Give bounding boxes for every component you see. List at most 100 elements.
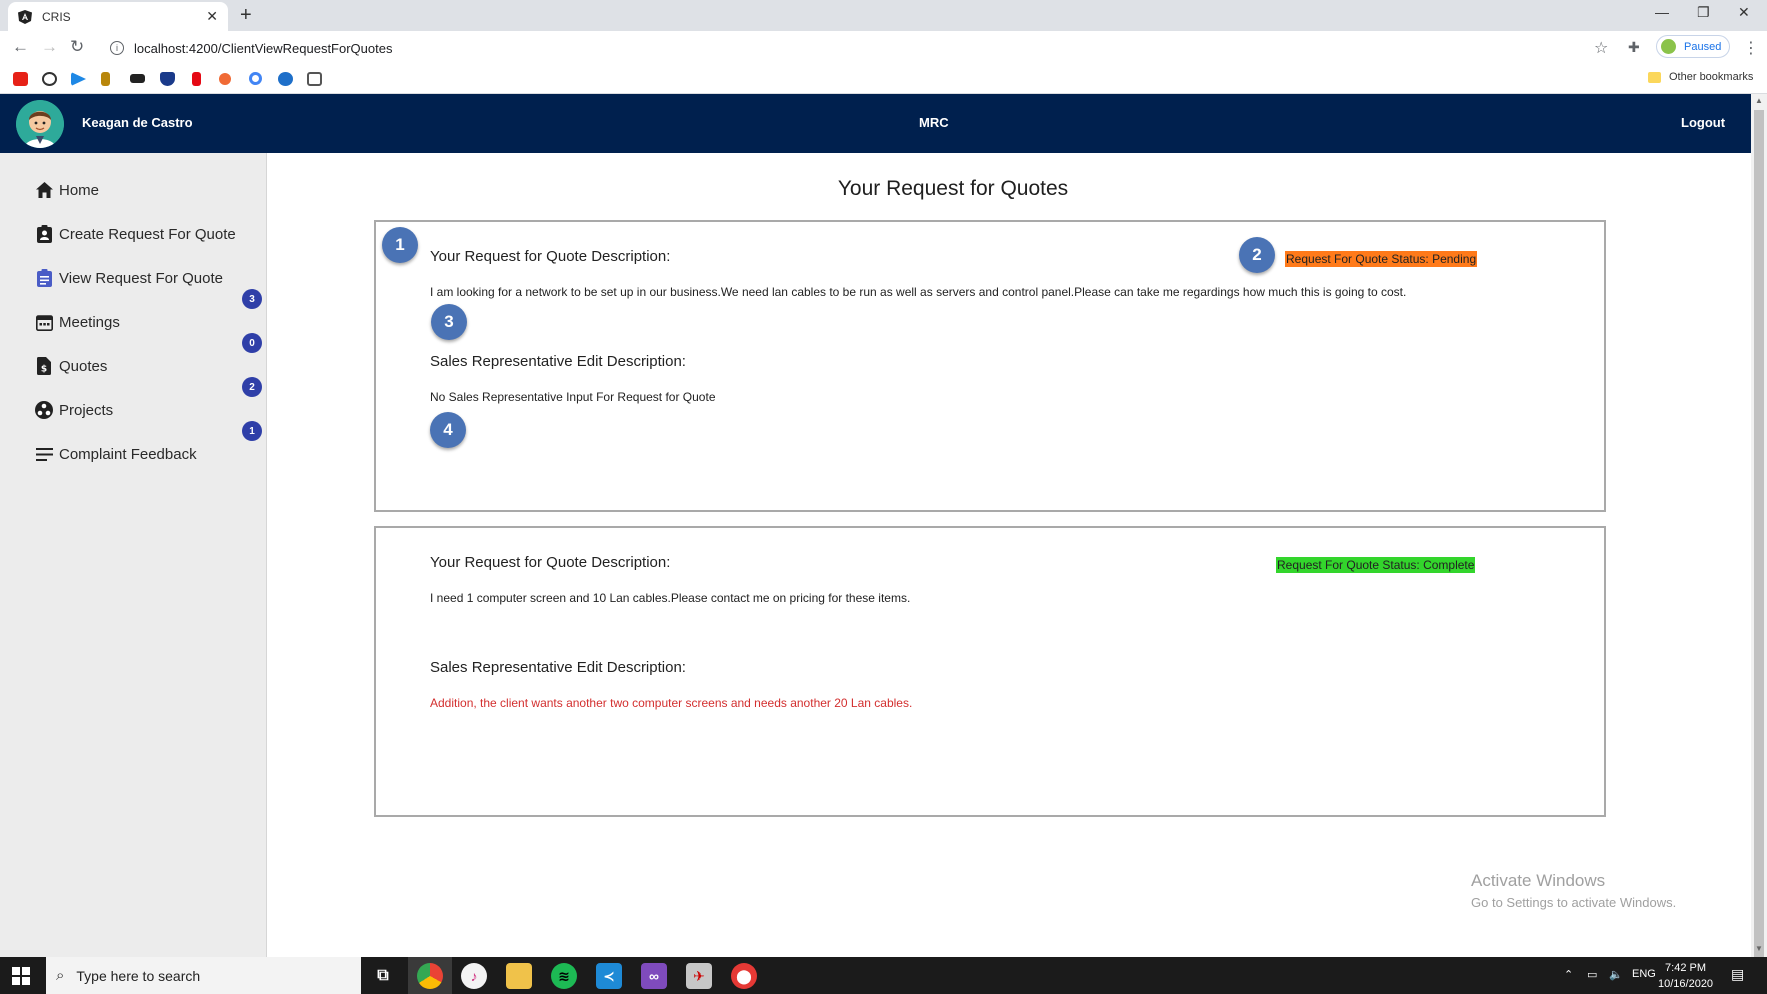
notification-app-icon[interactable]: ⬤ — [731, 963, 757, 989]
java-bookmark-icon[interactable] — [101, 72, 110, 86]
extensions-icon[interactable]: ✚ — [1628, 39, 1640, 56]
taskbar-search[interactable]: ⌕ Type here to search — [46, 957, 361, 994]
scroll-down-icon[interactable]: ▼ — [1755, 944, 1763, 953]
request-description: I need 1 computer screen and 10 Lan cabl… — [430, 591, 911, 605]
profile-avatar-icon — [1661, 39, 1676, 54]
step-marker-4: 4 — [430, 412, 466, 448]
windows-taskbar: ⌕ Type here to search ⧉ ♪ ≋ ≺ ∞ ✈ ⬤ ⌃ ▭ … — [0, 957, 1767, 994]
page-title: Your Request for Quotes — [837, 177, 1069, 200]
projects-count-badge: 1 — [242, 421, 262, 441]
rep-description: Addition, the client wants another two c… — [430, 696, 913, 710]
windows-start-icon[interactable] — [12, 967, 30, 985]
sidebar-item-home[interactable]: Home — [35, 179, 99, 201]
shield-bookmark-icon[interactable] — [160, 72, 175, 86]
speedometer-bookmark-icon[interactable] — [42, 72, 57, 86]
asana-bookmark-icon[interactable] — [219, 73, 231, 85]
other-bookmarks[interactable]: Other bookmarks — [1648, 71, 1753, 83]
step-marker-3: 3 — [431, 304, 467, 340]
logout-link[interactable]: Logout — [1681, 115, 1725, 130]
close-tab-icon[interactable]: ✕ — [206, 8, 218, 25]
browser-toolbar: ← → ↻ i localhost:4200/ClientViewRequest… — [0, 31, 1767, 64]
forward-icon[interactable]: → — [41, 37, 58, 57]
sidebar-item-meetings[interactable]: Meetings — [35, 311, 120, 333]
itunes-icon[interactable]: ♪ — [461, 963, 487, 989]
search-icon: ⌕ — [56, 967, 65, 984]
scroll-up-icon[interactable]: ▲ — [1755, 96, 1763, 105]
home-icon — [35, 181, 53, 199]
address-bar[interactable]: i localhost:4200/ClientViewRequestForQuo… — [104, 36, 1609, 60]
bookmarks-bar: Other bookmarks — [0, 64, 1767, 94]
action-center-icon[interactable]: ▤ — [1731, 966, 1744, 983]
rep-heading: Sales Representative Edit Description: — [430, 659, 686, 676]
spotify-icon[interactable]: ≋ — [551, 963, 577, 989]
request-heading: Your Request for Quote Description: — [430, 248, 671, 265]
request-heading: Your Request for Quote Description: — [430, 554, 671, 571]
globe-bookmark-icon[interactable] — [278, 72, 293, 86]
browser-tabstrip: CRIS ✕ + — ❐ ✕ — [0, 0, 1767, 31]
meetings-count-badge: 0 — [242, 333, 262, 353]
new-tab-icon[interactable]: + — [240, 4, 252, 27]
profile-button[interactable]: Paused — [1656, 35, 1730, 58]
minimize-icon[interactable]: — — [1655, 4, 1669, 20]
projects-icon — [35, 401, 53, 419]
volume-icon[interactable]: 🔈 — [1609, 968, 1623, 981]
google-bookmark-icon[interactable] — [249, 72, 262, 85]
vscode-icon[interactable]: ≺ — [596, 963, 622, 989]
sidebar-item-quotes[interactable]: $ Quotes — [35, 355, 107, 377]
list-lines-icon — [35, 445, 53, 463]
clipboard-user-icon — [35, 225, 53, 243]
imdb-bookmark-icon[interactable] — [130, 74, 145, 83]
vertical-scrollbar[interactable]: ▲ ▼ — [1751, 94, 1767, 965]
brand-title[interactable]: MRC — [919, 115, 949, 130]
app-header: Keagan de Castro MRC Logout — [0, 94, 1751, 153]
reload-icon[interactable]: ↻ — [70, 37, 84, 57]
clipboard-list-icon — [35, 269, 53, 287]
dollar-file-icon: $ — [35, 357, 53, 375]
request-card: Your Request for Quote Description: Requ… — [374, 526, 1606, 817]
rep-heading: Sales Representative Edit Description: — [430, 353, 686, 370]
svg-text:$: $ — [41, 365, 47, 375]
network-icon[interactable]: ▭ — [1587, 968, 1597, 981]
back-icon[interactable]: ← — [12, 37, 29, 57]
app-bookmark-icon[interactable] — [307, 72, 322, 86]
netflix-bookmark-icon[interactable] — [192, 72, 201, 86]
sidebar-item-projects[interactable]: Projects — [35, 399, 113, 421]
restore-icon[interactable]: ❐ — [1697, 4, 1710, 21]
menu-icon[interactable]: ⋮ — [1743, 38, 1759, 58]
folder-icon — [1648, 71, 1661, 83]
user-avatar — [16, 100, 64, 148]
profile-status: Paused — [1684, 40, 1722, 53]
rep-description: No Sales Representative Input For Reques… — [430, 390, 716, 404]
step-marker-2: 2 — [1239, 237, 1275, 273]
file-explorer-icon[interactable] — [506, 963, 532, 989]
search-placeholder: Type here to search — [76, 967, 201, 984]
activate-windows-watermark: Activate Windows Go to Settings to activ… — [1471, 871, 1677, 910]
task-view-icon[interactable]: ⧉ — [370, 963, 396, 989]
sidebar-item-create-request[interactable]: Create Request For Quote — [35, 223, 236, 245]
bookmark-star-icon[interactable]: ☆ — [1594, 38, 1608, 58]
language-indicator[interactable]: ENG — [1632, 968, 1656, 980]
user-name: Keagan de Castro — [82, 115, 193, 130]
tray-chevron-icon[interactable]: ⌃ — [1564, 968, 1573, 981]
chrome-icon[interactable] — [417, 963, 443, 989]
tab-title: CRIS — [42, 9, 71, 24]
avatar-icon — [16, 100, 64, 148]
site-info-icon[interactable]: i — [110, 41, 124, 55]
sidebar-item-view-request[interactable]: View Request For Quote — [35, 267, 223, 289]
step-marker-1: 1 — [382, 227, 418, 263]
request-description: I am looking for a network to be set up … — [430, 285, 1407, 299]
angular-icon — [18, 9, 32, 24]
window-close-icon[interactable]: ✕ — [1738, 4, 1750, 21]
remote-app-icon[interactable]: ✈ — [686, 963, 712, 989]
scrollbar-thumb[interactable] — [1754, 110, 1764, 965]
play-bookmark-icon[interactable] — [71, 72, 86, 86]
status-badge-pending: Request For Quote Status: Pending — [1285, 251, 1478, 267]
sidebar-item-complaint-feedback[interactable]: Complaint Feedback — [35, 443, 197, 465]
visual-studio-icon[interactable]: ∞ — [641, 963, 667, 989]
browser-tab[interactable]: CRIS ✕ — [8, 2, 228, 31]
taskbar-clock[interactable]: 7:42 PM 10/16/2020 — [1658, 960, 1713, 992]
view-request-count-badge: 3 — [242, 289, 262, 309]
youtube-bookmark-icon[interactable] — [13, 72, 28, 86]
quotes-count-badge: 2 — [242, 377, 262, 397]
url-text: localhost:4200/ClientViewRequestForQuote… — [134, 40, 393, 56]
